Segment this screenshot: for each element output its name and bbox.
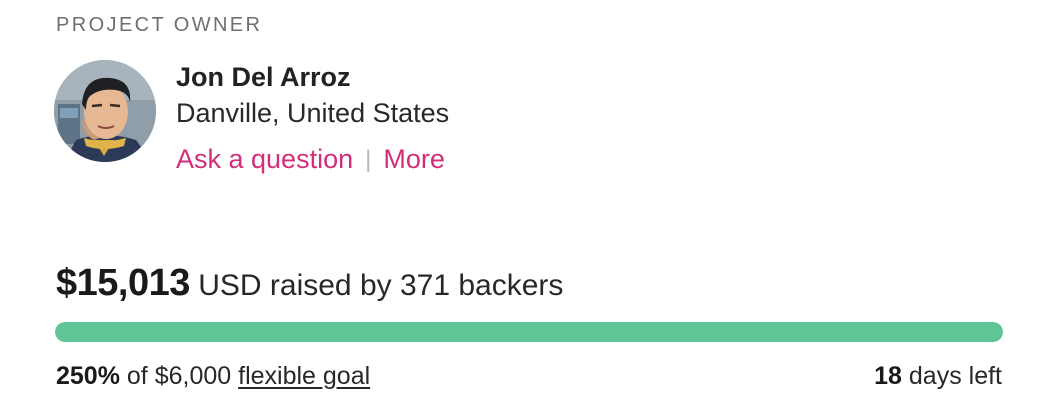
more-link[interactable]: More: [383, 144, 445, 175]
days-count: 18: [874, 362, 902, 390]
funding-progress-fill: [55, 322, 1003, 342]
funding-progress-bar: [55, 322, 1003, 342]
amount-raised: $15,013: [56, 262, 190, 304]
goal-summary: 250% of $6,000 flexible goal: [56, 362, 370, 391]
avatar-illustration: [54, 60, 156, 162]
flexible-goal-link[interactable]: flexible goal: [238, 362, 370, 390]
owner-links: Ask a question | More: [176, 144, 445, 175]
raised-by-backers-text: USD raised by 371 backers: [198, 269, 564, 302]
link-separator: |: [365, 145, 372, 173]
owner-name[interactable]: Jon Del Arroz: [176, 62, 351, 93]
percent-funded: 250%: [56, 362, 120, 390]
funding-summary: $15,013 USD raised by 371 backers: [56, 262, 563, 305]
owner-avatar[interactable]: [54, 60, 156, 162]
days-left-text: days left: [908, 362, 1002, 390]
section-label-project-owner: PROJECT OWNER: [56, 14, 263, 36]
owner-location: Danville, United States: [176, 98, 450, 128]
goal-amount-text: of $6,000: [126, 362, 232, 390]
ask-question-link[interactable]: Ask a question: [176, 144, 353, 175]
days-left: 18 days left: [874, 362, 1002, 391]
